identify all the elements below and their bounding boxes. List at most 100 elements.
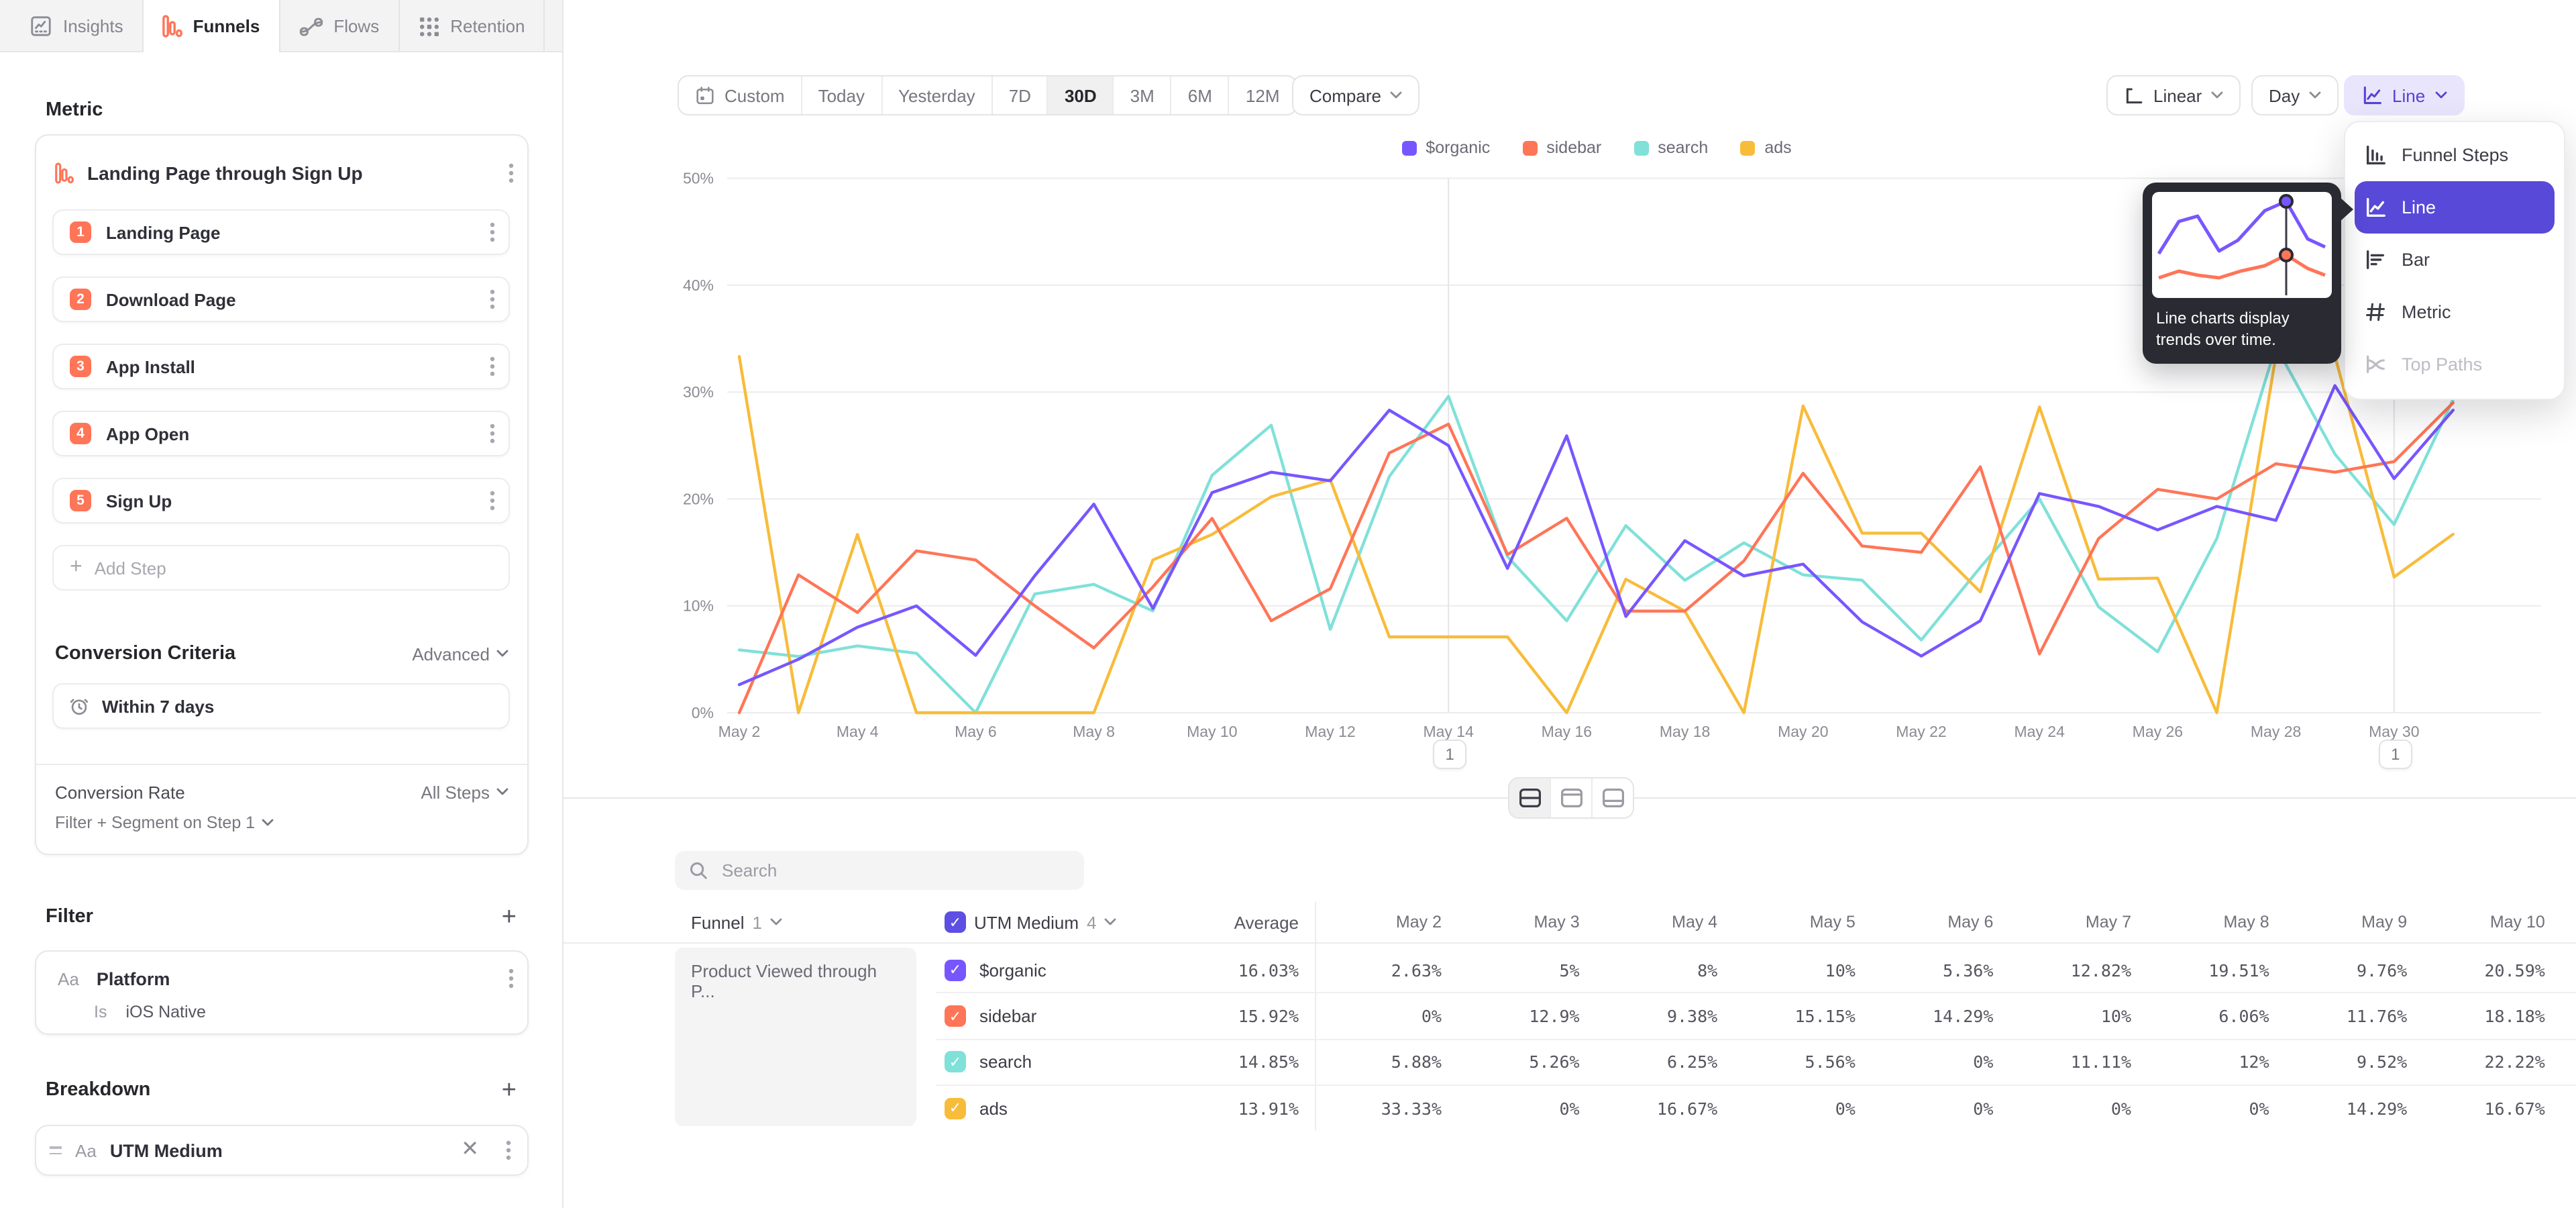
filter-value[interactable]: iOS Native <box>125 1003 206 1021</box>
table-row-ads: ✓ads13.91%33.33%0%16.67%0%0%0%0%14.29%16… <box>936 1085 2576 1131</box>
column-header-may-9[interactable]: May 9 <box>2361 902 2407 942</box>
chevron-down-icon <box>1391 91 1403 99</box>
filter-operator[interactable]: Is <box>94 1003 107 1021</box>
add-step-button[interactable]: +Add Step <box>52 545 510 591</box>
kebab-icon[interactable] <box>508 162 514 184</box>
range-6m[interactable]: 6M <box>1172 77 1230 114</box>
cell-value: 19.51% <box>2208 960 2269 980</box>
row-checkbox[interactable]: ✓ <box>945 1052 966 1073</box>
menu-item-bar[interactable]: Bar <box>2355 234 2555 286</box>
conversion-mode-dropdown[interactable]: Advanced <box>412 644 508 664</box>
search-input[interactable] <box>719 859 1071 882</box>
column-header-may-5[interactable]: May 5 <box>1810 902 1856 942</box>
chart-type-menu: Funnel StepsLineBarMetricTop Paths <box>2344 121 2565 400</box>
add-step-label: Add Step <box>95 558 166 578</box>
legend-item-ads[interactable]: ads <box>1740 138 1791 157</box>
cell-value: 12% <box>2239 1052 2269 1072</box>
split-view-button[interactable] <box>1509 778 1551 817</box>
cell-value: 20.59% <box>2485 960 2545 980</box>
granularity-dropdown-button[interactable]: Day <box>2251 75 2339 115</box>
legend-item-search[interactable]: search <box>1633 138 1708 157</box>
funnel-step-row[interactable]: 3App Install <box>52 344 510 389</box>
cell-value: 0% <box>2249 1099 2269 1119</box>
menu-item-line[interactable]: Line <box>2355 181 2555 234</box>
legend-item-sidebar[interactable]: sidebar <box>1522 138 1601 157</box>
search-icon <box>688 860 708 880</box>
cell-value: 6.25% <box>1667 1052 1717 1072</box>
x-axis-tick-label: May 20 <box>1778 723 1828 740</box>
funnel-step-row[interactable]: 2Download Page <box>52 276 510 322</box>
table-row-search: ✓search14.85%5.88%5.26%6.25%5.56%0%11.11… <box>936 1039 2576 1085</box>
column-header-may-10[interactable]: May 10 <box>2490 902 2545 942</box>
breakdown-property[interactable]: UTM Medium <box>110 1140 447 1160</box>
select-all-checkbox[interactable]: ✓ <box>945 911 966 933</box>
row-checkbox[interactable]: ✓ <box>945 1005 966 1027</box>
tooltip-caption: Line charts display trends over time. <box>2152 298 2332 350</box>
menu-item-funnel-steps[interactable]: Funnel Steps <box>2355 129 2555 181</box>
funnel-step-row[interactable]: 1Landing Page <box>52 209 510 255</box>
chart-type-dropdown-button[interactable]: Line <box>2344 75 2464 115</box>
menu-item-metric[interactable]: Metric <box>2355 286 2555 338</box>
series-name[interactable]: ads <box>979 1099 1008 1119</box>
average-column-header[interactable]: Average <box>1234 902 1299 942</box>
funnel-step-row[interactable]: 5Sign Up <box>52 478 510 523</box>
column-header-may-3[interactable]: May 3 <box>1534 902 1580 942</box>
series-name[interactable]: sidebar <box>979 1006 1036 1026</box>
funnel-name-cell[interactable]: Product Viewed through P... <box>675 948 916 1126</box>
filter-property[interactable]: Platform <box>97 968 491 989</box>
kebab-icon[interactable] <box>506 1140 511 1161</box>
breakdown-column-header[interactable]: ✓ UTM Medium 4 <box>945 902 1117 942</box>
property-type-icon: Aa <box>58 968 79 989</box>
metric-card-header[interactable]: Landing Page through Sign Up <box>55 152 514 195</box>
average-value: 14.85% <box>1238 1052 1299 1072</box>
row-checkbox[interactable]: ✓ <box>945 1098 966 1119</box>
series-name[interactable]: search <box>979 1052 1032 1072</box>
add-filter-button[interactable]: + <box>502 904 517 929</box>
range-today[interactable]: Today <box>802 77 882 114</box>
line-icon <box>2364 196 2387 219</box>
annotation-badge[interactable]: 1 <box>2379 740 2412 769</box>
column-header-may-4[interactable]: May 4 <box>1672 902 1717 942</box>
kebab-icon[interactable] <box>490 221 495 243</box>
range-7d[interactable]: 7D <box>993 77 1049 114</box>
row-checkbox[interactable]: ✓ <box>945 959 966 980</box>
chevron-down-icon <box>770 918 782 926</box>
annotation-badge[interactable]: 1 <box>1433 740 1466 769</box>
chart-view-button[interactable] <box>1551 778 1593 817</box>
range-30d[interactable]: 30D <box>1049 77 1114 114</box>
kebab-icon[interactable] <box>508 968 514 989</box>
table-view-button[interactable] <box>1593 778 1633 817</box>
column-header-may-2[interactable]: May 2 <box>1396 902 1442 942</box>
range-yesterday[interactable]: Yesterday <box>882 77 993 114</box>
filter-segment-toggle[interactable]: Filter + Segment on Step 1 <box>55 813 274 832</box>
conversion-window-field[interactable]: Within 7 days <box>52 683 510 729</box>
kebab-icon[interactable] <box>490 423 495 444</box>
series-name[interactable]: $organic <box>979 960 1046 980</box>
tab-insights[interactable]: Insights <box>11 0 144 52</box>
column-header-may-8[interactable]: May 8 <box>2224 902 2269 942</box>
legend-item-organic[interactable]: $organic <box>1401 138 1490 157</box>
layout-view-toggle <box>1508 777 1634 819</box>
tab-funnels[interactable]: Funnels <box>144 0 280 52</box>
drag-handle-icon[interactable] <box>50 1146 62 1154</box>
range-custom[interactable]: Custom <box>679 77 802 114</box>
funnel-column-header[interactable]: Funnel 1 <box>691 902 782 942</box>
column-header-may-7[interactable]: May 7 <box>2086 902 2131 942</box>
tab-retention[interactable]: Retention <box>399 0 545 52</box>
column-header-may-6[interactable]: May 6 <box>1947 902 1993 942</box>
add-breakdown-button[interactable]: + <box>502 1077 517 1103</box>
kebab-icon[interactable] <box>490 289 495 310</box>
range-12m[interactable]: 12M <box>1230 77 1296 114</box>
conversion-rate-dropdown[interactable]: All Steps <box>421 782 508 802</box>
scale-dropdown-button[interactable]: Linear <box>2106 75 2241 115</box>
funnel-step-row[interactable]: 4App Open <box>52 411 510 456</box>
tab-flows[interactable]: Flows <box>280 0 399 52</box>
compare-button[interactable]: Compare <box>1292 75 1420 115</box>
kebab-icon[interactable] <box>490 490 495 511</box>
kebab-icon[interactable] <box>490 356 495 377</box>
divider <box>36 764 527 765</box>
remove-breakdown-icon[interactable]: ✕ <box>461 1140 479 1161</box>
range-3m[interactable]: 3M <box>1114 77 1172 114</box>
cell-value: 8% <box>1697 960 1717 980</box>
x-axis-tick-label: May 10 <box>1187 723 1237 740</box>
